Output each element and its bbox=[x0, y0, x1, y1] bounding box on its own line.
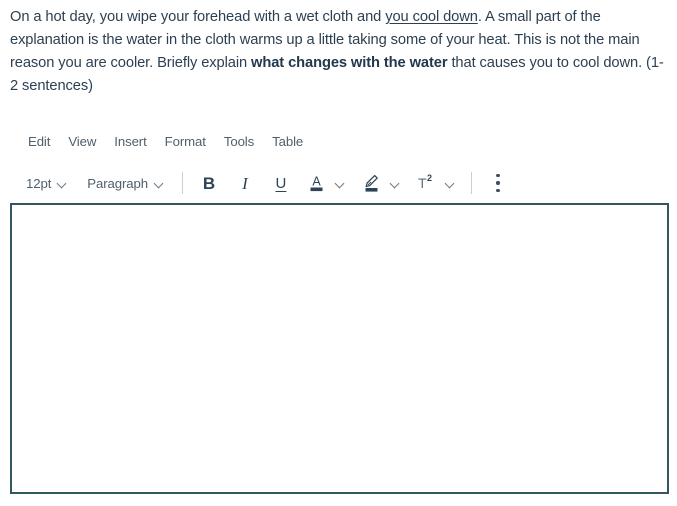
text-color-dropdown-button[interactable] bbox=[332, 168, 350, 198]
menu-item-view[interactable]: View bbox=[59, 131, 105, 153]
editor-text-area[interactable] bbox=[10, 203, 669, 494]
chevron-down-icon bbox=[155, 179, 164, 188]
superscript-icon: T 2 bbox=[418, 173, 432, 191]
editor-menubar: Edit View Insert Format Tools Table bbox=[10, 130, 671, 154]
question-prompt: On a hot day, you wipe your forehead wit… bbox=[10, 6, 670, 98]
rich-text-editor: Edit View Insert Format Tools Table 12pt… bbox=[10, 130, 671, 202]
highlight-color-button[interactable] bbox=[357, 168, 387, 198]
menu-item-edit[interactable]: Edit bbox=[19, 131, 59, 153]
superscript-button[interactable]: T 2 bbox=[412, 168, 442, 198]
menu-item-format[interactable]: Format bbox=[156, 131, 215, 153]
bold-icon: B bbox=[202, 173, 216, 193]
underline-icon: U bbox=[275, 174, 287, 192]
svg-text:T: T bbox=[418, 175, 427, 191]
block-format-select[interactable]: Paragraph bbox=[80, 172, 171, 195]
svg-text:2: 2 bbox=[427, 173, 432, 183]
more-options-button[interactable] bbox=[483, 168, 513, 198]
kebab-menu-icon bbox=[496, 174, 500, 192]
font-size-value: 12pt bbox=[26, 175, 52, 191]
chevron-down-icon bbox=[391, 179, 400, 188]
question-text-part-1: On a hot day, you wipe your forehead wit… bbox=[10, 9, 386, 25]
svg-text:A: A bbox=[313, 175, 322, 189]
toolbar-divider bbox=[181, 172, 183, 194]
block-format-value: Paragraph bbox=[87, 175, 148, 191]
question-bold-phrase: what changes with the water bbox=[251, 55, 448, 71]
chevron-down-icon bbox=[446, 179, 455, 188]
underline-button[interactable]: U bbox=[266, 168, 296, 198]
chevron-down-icon bbox=[336, 179, 345, 188]
editor-toolbar: 12pt Paragraph B I U A T 2 bbox=[10, 164, 671, 202]
chevron-down-icon bbox=[58, 179, 67, 188]
text-color-icon: A bbox=[310, 175, 323, 192]
toolbar-divider bbox=[470, 172, 472, 194]
menu-item-tools[interactable]: Tools bbox=[215, 131, 263, 153]
highlighter-icon bbox=[365, 174, 379, 192]
highlight-color-dropdown-button[interactable] bbox=[387, 168, 405, 198]
superscript-dropdown-button[interactable] bbox=[442, 168, 460, 198]
text-color-button[interactable]: A bbox=[302, 168, 332, 198]
font-size-select[interactable]: 12pt bbox=[19, 172, 74, 195]
italic-icon: I bbox=[242, 173, 248, 193]
menu-item-table[interactable]: Table bbox=[263, 131, 312, 153]
bold-button[interactable]: B bbox=[194, 168, 224, 198]
menu-item-insert[interactable]: Insert bbox=[105, 131, 155, 153]
italic-button[interactable]: I bbox=[230, 168, 260, 198]
answer-input[interactable] bbox=[12, 205, 667, 492]
question-underlined-phrase: you cool down bbox=[385, 9, 478, 25]
